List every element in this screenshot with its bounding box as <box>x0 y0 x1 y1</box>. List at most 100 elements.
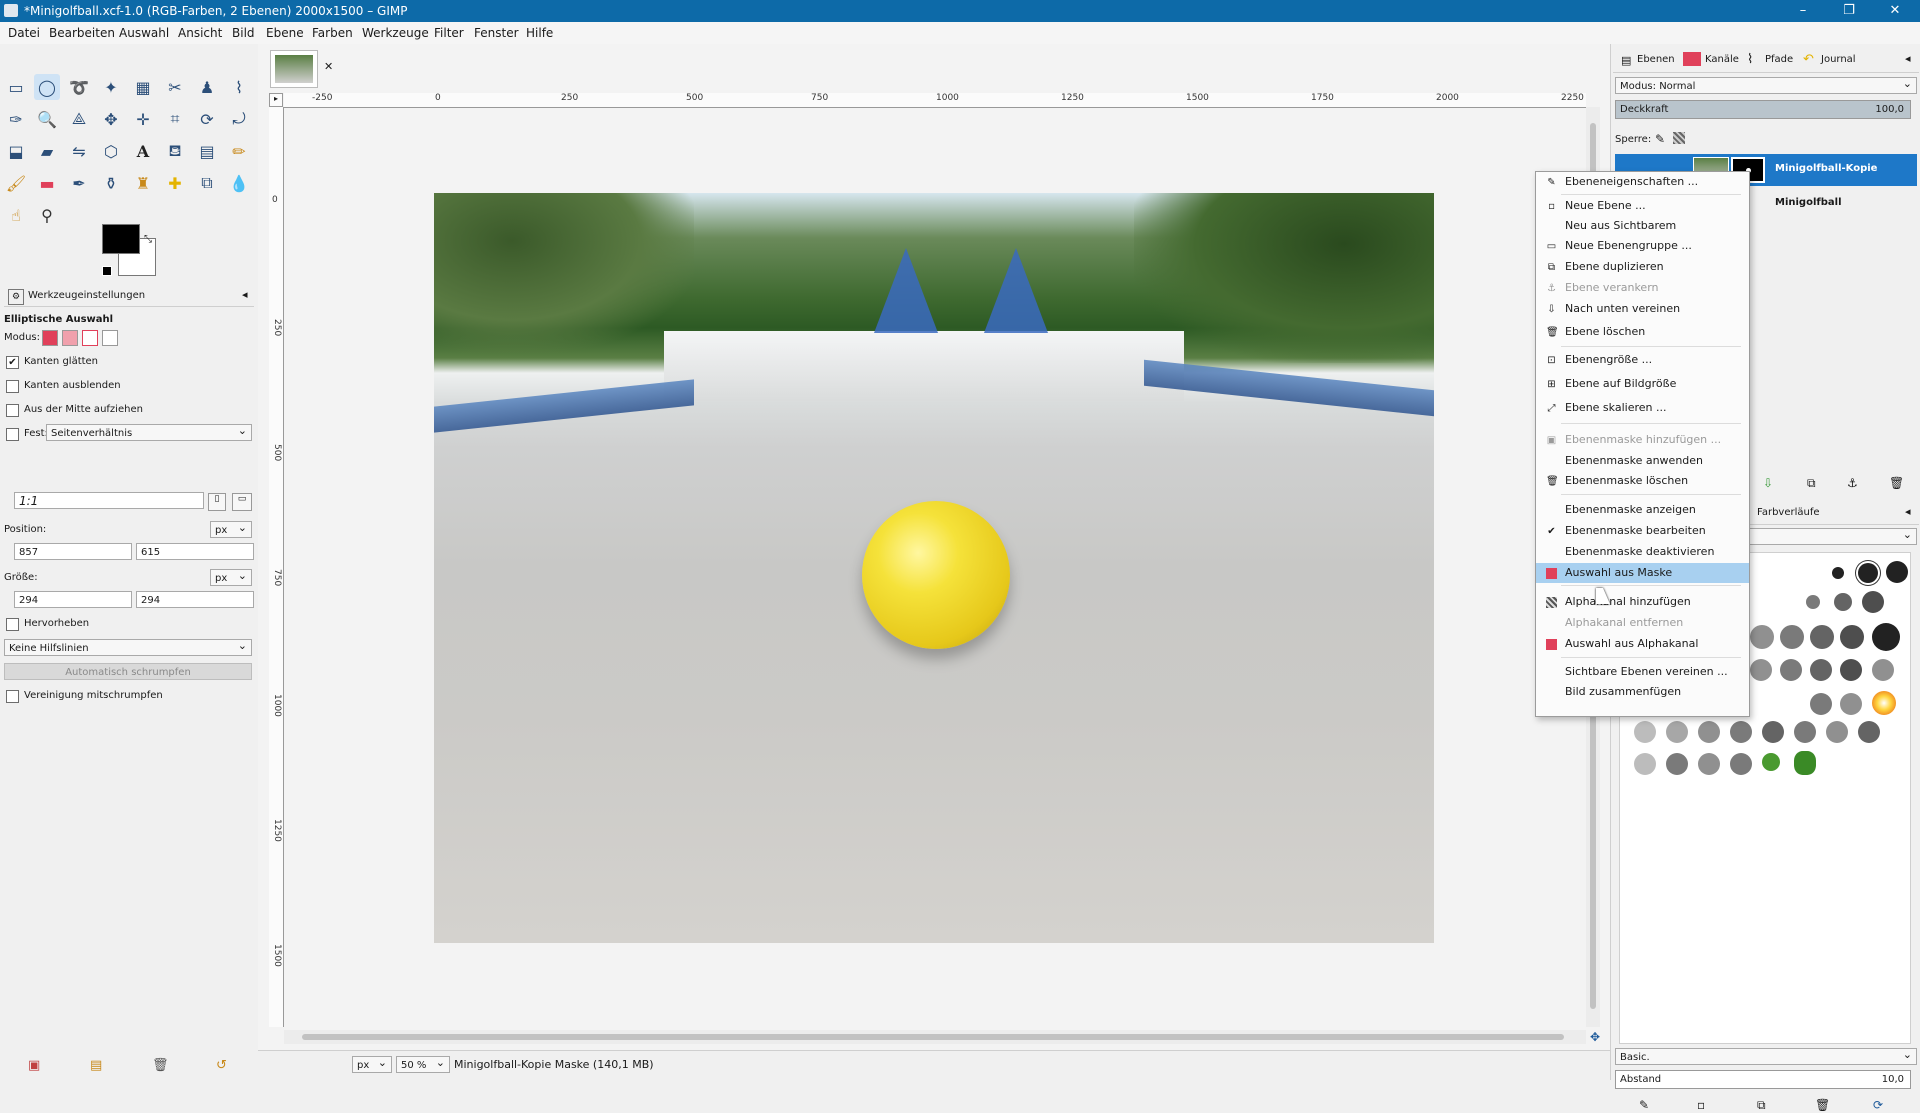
position-x-input[interactable]: 857 <box>14 543 132 560</box>
image-tab-thumbnail[interactable] <box>270 50 318 88</box>
auto-shrink-button[interactable]: Automatisch schrumpfen <box>4 663 252 680</box>
menu-bild[interactable]: Bild <box>232 26 255 40</box>
gradient-icon[interactable]: ▤ <box>194 138 220 164</box>
paintbrush-icon[interactable]: 🖌 <box>3 170 29 196</box>
menu-filter[interactable]: Filter <box>434 26 464 40</box>
menu-farben[interactable]: Farben <box>312 26 353 40</box>
menu-item-show-layer-mask[interactable]: Ebenenmaske anzeigen <box>1536 500 1749 520</box>
quick-mask-corner-icon[interactable]: ▸ <box>269 93 283 107</box>
canvas-image[interactable] <box>434 193 1434 943</box>
brushes-menu-icon[interactable]: ◂ <box>1905 505 1911 518</box>
brush-thumbnail[interactable] <box>1826 721 1848 743</box>
fuzzy-select-icon[interactable]: ✦ <box>98 74 124 100</box>
guides-select[interactable]: Keine Hilfslinien <box>4 637 252 656</box>
reset-options-icon[interactable]: ↺ <box>216 1058 227 1073</box>
brush-thumbnail[interactable] <box>1858 721 1880 743</box>
menu-fenster[interactable]: Fenster <box>474 26 519 40</box>
position-unit-select[interactable]: px <box>210 519 252 538</box>
brush-preset-select[interactable]: Basic. <box>1615 1046 1917 1065</box>
measure-icon[interactable]: ⟁ <box>66 106 92 132</box>
default-colors-icon[interactable] <box>102 266 112 276</box>
highlight-checkbox[interactable] <box>6 618 19 631</box>
opacity-slider[interactable]: Deckkraft 100,0 <box>1615 100 1911 119</box>
rotate-icon[interactable]: ⤾ <box>226 106 252 132</box>
tool-options-tab[interactable]: Werkzeugeinstellungen <box>28 290 145 301</box>
layer-mode-select[interactable]: Modus: Normal <box>1615 75 1917 94</box>
landscape-icon[interactable]: ▭ <box>232 493 252 511</box>
brush-thumbnail[interactable] <box>1762 721 1784 743</box>
lower-layer-icon[interactable]: ⇩ <box>1763 476 1773 490</box>
maximize-button[interactable]: ❐ <box>1826 0 1872 22</box>
portrait-icon[interactable]: ▯ <box>208 493 226 511</box>
brush-thumbnail[interactable] <box>1794 751 1816 775</box>
brush-thumbnail[interactable] <box>1780 659 1802 681</box>
brush-thumbnail[interactable] <box>1634 753 1656 775</box>
menu-item-mask-to-selection[interactable]: Auswahl aus Maske <box>1536 563 1749 583</box>
feather-checkbox[interactable] <box>6 380 19 393</box>
menu-item-add-layer-mask[interactable]: ▣ Ebenenmaske hinzufügen ... <box>1536 430 1749 450</box>
lock-alpha-icon[interactable] <box>1673 132 1685 144</box>
menu-item-duplicate-layer[interactable]: ⧉ Ebene duplizieren <box>1536 257 1749 277</box>
swap-colors-icon[interactable]: ⤡ <box>144 234 152 245</box>
fixed-mode-select[interactable]: Seitenverhältnis <box>46 422 252 441</box>
move-icon[interactable]: ✥ <box>98 106 124 132</box>
edit-brush-icon[interactable]: ✎ <box>1639 1098 1649 1112</box>
menu-ansicht[interactable]: Ansicht <box>178 26 222 40</box>
refresh-brushes-icon[interactable]: ⟳ <box>1873 1098 1883 1112</box>
delete-options-icon[interactable]: 🗑 <box>152 1058 169 1073</box>
navigate-icon[interactable]: ✥ <box>1590 1030 1600 1044</box>
menu-bearbeiten[interactable]: Bearbeiten <box>49 26 115 40</box>
crop-icon[interactable]: ⌗ <box>162 106 188 132</box>
paths-icon[interactable]: ⌇ <box>226 74 252 100</box>
dodge-burn-icon[interactable]: ⚲ <box>34 202 60 228</box>
menu-item-delete-layer[interactable]: 🗑 Ebene löschen <box>1536 322 1749 342</box>
menu-item-layer-properties[interactable]: ✎ Ebeneneigenschaften ... <box>1536 172 1749 192</box>
brush-thumbnail[interactable] <box>1806 595 1820 609</box>
tab-layers[interactable]: Ebenen <box>1637 54 1675 65</box>
clone-icon[interactable]: ♜ <box>130 170 156 196</box>
size-unit-select[interactable]: px <box>210 567 252 586</box>
menu-item-new-layer[interactable]: ▫ Neue Ebene ... <box>1536 196 1749 216</box>
delete-layer-icon[interactable]: 🗑 <box>1889 476 1904 490</box>
menu-item-delete-layer-mask[interactable]: 🗑 Ebenenmaske löschen <box>1536 471 1749 491</box>
minimize-button[interactable]: – <box>1780 0 1826 22</box>
bucket-fill-icon[interactable]: ⛾ <box>162 138 188 164</box>
brush-thumbnail[interactable] <box>1832 567 1844 579</box>
brush-thumbnail[interactable] <box>1762 753 1780 771</box>
menu-item-merge-visible[interactable]: Sichtbare Ebenen vereinen ... <box>1536 662 1749 682</box>
brush-thumbnail[interactable] <box>1810 693 1832 715</box>
duplicate-layer-icon[interactable]: ⧉ <box>1807 476 1816 491</box>
tab-gradients[interactable]: Farbverläufe <box>1757 507 1820 518</box>
close-button[interactable]: ✕ <box>1872 0 1918 22</box>
menu-item-disable-layer-mask[interactable]: Ebenenmaske deaktivieren <box>1536 542 1749 562</box>
menu-item-anchor-layer[interactable]: ⚓ Ebene verankern <box>1536 278 1749 298</box>
smudge-icon[interactable]: ☝ <box>3 202 29 228</box>
menu-datei[interactable]: Datei <box>8 26 40 40</box>
menu-item-merge-down[interactable]: ⇩ Nach unten vereinen <box>1536 299 1749 319</box>
menu-item-add-alpha[interactable]: Alphakanal hinzufügen <box>1536 592 1749 612</box>
airbrush-icon[interactable]: ✒ <box>66 170 92 196</box>
foreground-select-icon[interactable]: ♟ <box>194 74 220 100</box>
restore-options-icon[interactable]: ▤ <box>90 1058 102 1073</box>
mode-intersect-icon[interactable] <box>102 330 118 346</box>
close-image-tab-icon[interactable]: ✕ <box>324 60 333 73</box>
tab-paths[interactable]: Pfade <box>1765 54 1793 65</box>
delete-brush-icon[interactable]: 🗑 <box>1815 1098 1830 1112</box>
dock-menu-icon[interactable]: ◂ <box>1905 52 1911 65</box>
brush-thumbnail[interactable] <box>1840 693 1862 715</box>
brush-thumbnail[interactable] <box>1794 721 1816 743</box>
unit-select[interactable]: px <box>352 1054 392 1073</box>
brush-thumbnail[interactable] <box>1840 659 1862 681</box>
menu-item-remove-alpha[interactable]: Alphakanal entfernen <box>1536 613 1749 633</box>
brush-thumbnail[interactable] <box>1886 561 1908 583</box>
menu-item-scale-layer[interactable]: ⤢ Ebene skalieren ... <box>1536 398 1749 418</box>
unified-transform-icon[interactable]: ⟳ <box>194 106 220 132</box>
color-picker-icon[interactable]: ✑ <box>3 106 29 132</box>
brush-thumbnail[interactable] <box>1730 753 1752 775</box>
pencil-icon[interactable]: ✏ <box>226 138 252 164</box>
text-tool-icon[interactable]: A <box>130 138 156 164</box>
brush-thumbnail[interactable] <box>1872 659 1894 681</box>
brush-thumbnail[interactable] <box>1780 625 1804 649</box>
menu-item-flatten-image[interactable]: Bild zusammenfügen <box>1536 682 1749 702</box>
shear-icon[interactable]: ▰ <box>34 138 60 164</box>
